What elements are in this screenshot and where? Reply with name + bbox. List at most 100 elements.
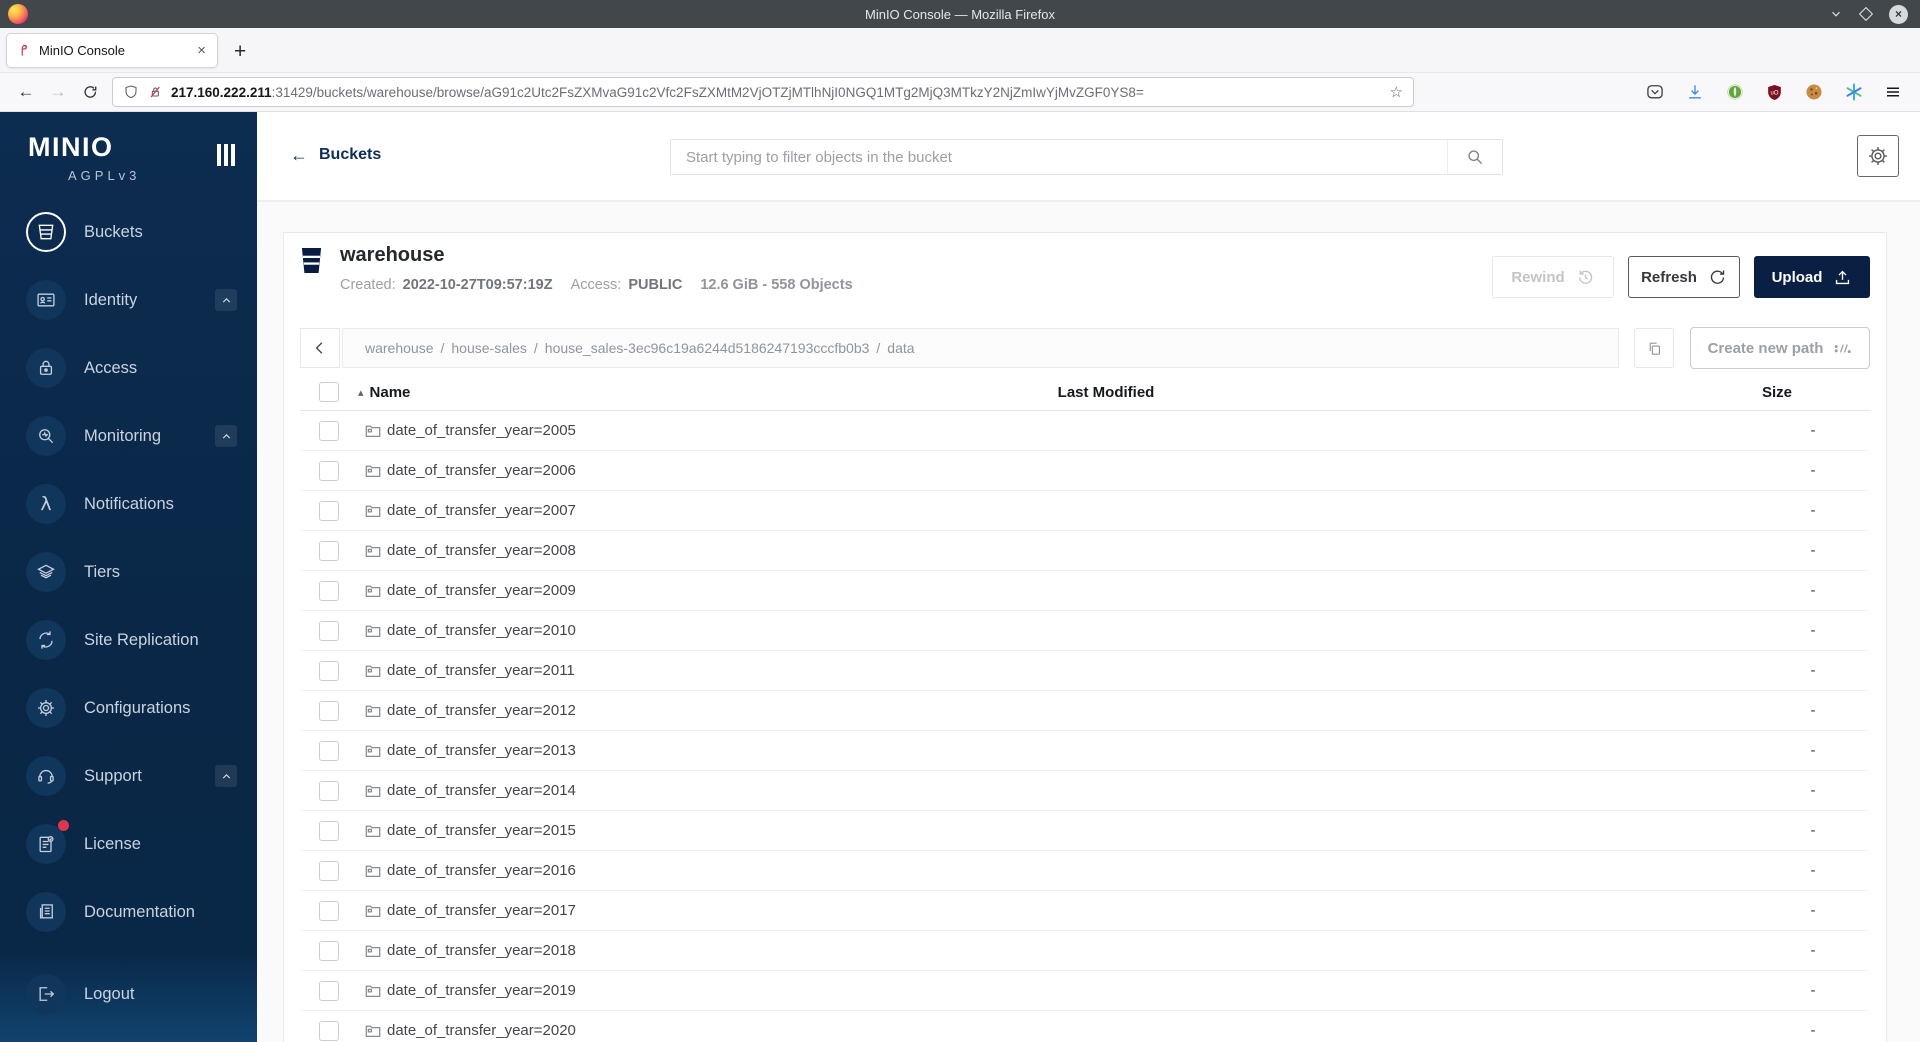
firefox-logo-icon xyxy=(8,4,28,24)
row-checkbox[interactable] xyxy=(319,701,339,721)
identity-icon xyxy=(26,280,66,320)
row-checkbox[interactable] xyxy=(319,821,339,841)
row-checkbox[interactable] xyxy=(319,861,339,881)
ublock-origin-icon[interactable]: uO xyxy=(1765,83,1784,102)
column-header-size[interactable]: Size xyxy=(1762,384,1792,401)
download-icon[interactable] xyxy=(1685,82,1705,102)
table-row[interactable]: date_of_transfer_year=2020 - xyxy=(300,1011,1870,1042)
window-minimize-icon[interactable] xyxy=(1829,7,1843,21)
row-checkbox[interactable] xyxy=(319,461,339,481)
tracking-protection-shield-icon[interactable] xyxy=(123,84,139,100)
breadcrumb-segment[interactable]: data xyxy=(887,340,914,356)
back-link-label: Buckets xyxy=(319,146,382,163)
extension-green-icon[interactable] xyxy=(1725,82,1745,102)
sidebar-item-site-replication[interactable]: Site Replication xyxy=(0,606,257,674)
table-row[interactable]: date_of_transfer_year=2015 - xyxy=(300,811,1870,851)
pocket-icon[interactable] xyxy=(1645,82,1665,102)
refresh-button[interactable]: Refresh xyxy=(1628,256,1740,298)
column-header-last-modified[interactable]: Last Modified xyxy=(1058,384,1155,401)
rewind-label: Rewind xyxy=(1511,268,1565,286)
table-row[interactable]: date_of_transfer_year=2005 - xyxy=(300,411,1870,451)
sidebar-item-notifications[interactable]: λ Notifications xyxy=(0,470,257,538)
window-close-icon[interactable]: × xyxy=(1889,4,1908,24)
sidebar-item-access[interactable]: Access xyxy=(0,334,257,402)
row-checkbox[interactable] xyxy=(319,661,339,681)
bookmark-star-icon[interactable]: ☆ xyxy=(1390,83,1403,101)
back-button[interactable]: ← xyxy=(10,82,42,102)
folder-icon xyxy=(364,822,382,840)
url-text[interactable]: 217.160.222.211:31429/buckets/warehouse/… xyxy=(171,85,1382,100)
table-row[interactable]: date_of_transfer_year=2012 - xyxy=(300,691,1870,731)
new-path-icon xyxy=(1835,343,1852,353)
table-row[interactable]: date_of_transfer_year=2006 - xyxy=(300,451,1870,491)
table-row[interactable]: date_of_transfer_year=2019 - xyxy=(300,971,1870,1011)
sidebar-item-identity[interactable]: Identity xyxy=(0,266,257,334)
table-row[interactable]: date_of_transfer_year=2011 - xyxy=(300,651,1870,691)
copy-path-icon[interactable] xyxy=(1634,328,1674,368)
tab-close-icon[interactable]: × xyxy=(195,42,208,59)
sidebar-item-label: Configurations xyxy=(84,698,191,717)
table-row[interactable]: date_of_transfer_year=2017 - xyxy=(300,891,1870,931)
row-checkbox[interactable] xyxy=(319,741,339,761)
object-name: date_of_transfer_year=2015 xyxy=(387,822,576,839)
table-row[interactable]: date_of_transfer_year=2010 - xyxy=(300,611,1870,651)
tab-minio-console[interactable]: MinIO Console × xyxy=(6,33,218,68)
sidebar-collapse-icon[interactable] xyxy=(217,144,235,166)
sidebar-item-support[interactable]: Support xyxy=(0,742,257,810)
select-all-checkbox[interactable] xyxy=(319,382,339,402)
object-size: - xyxy=(1810,942,1816,959)
sort-ascending-icon: ▴ xyxy=(358,387,364,399)
colorways-extension-icon[interactable] xyxy=(1844,82,1864,102)
create-new-path-button[interactable]: Create new path xyxy=(1690,327,1870,369)
row-checkbox[interactable] xyxy=(319,781,339,801)
row-checkbox[interactable] xyxy=(319,621,339,641)
table-row[interactable]: date_of_transfer_year=2008 - xyxy=(300,531,1870,571)
new-tab-button[interactable]: + xyxy=(234,41,246,62)
refresh-icon xyxy=(1710,270,1725,284)
table-row[interactable]: date_of_transfer_year=2016 - xyxy=(300,851,1870,891)
row-checkbox[interactable] xyxy=(319,981,339,1001)
reload-button[interactable] xyxy=(74,84,106,101)
table-row[interactable]: date_of_transfer_year=2007 - xyxy=(300,491,1870,531)
sidebar-item-license[interactable]: License xyxy=(0,810,257,878)
chevron-up-icon[interactable] xyxy=(215,425,237,447)
insecure-lock-icon[interactable] xyxy=(147,84,163,100)
sidebar-item-documentation[interactable]: Documentation xyxy=(0,878,257,946)
object-filter-input[interactable] xyxy=(671,140,1447,174)
breadcrumb[interactable]: warehouse / house-sales / house_sales-3ec96c… xyxy=(342,328,1619,368)
row-checkbox[interactable] xyxy=(319,421,339,441)
folder-icon xyxy=(364,542,382,560)
sidebar-item-monitoring[interactable]: Monitoring xyxy=(0,402,257,470)
path-back-chevron-icon[interactable] xyxy=(300,328,340,368)
table-row[interactable]: date_of_transfer_year=2013 - xyxy=(300,731,1870,771)
breadcrumb-segment[interactable]: house-sales xyxy=(451,340,527,356)
folder-icon xyxy=(364,702,382,720)
row-checkbox[interactable] xyxy=(319,581,339,601)
chevron-up-icon[interactable] xyxy=(215,289,237,311)
upload-button[interactable]: Upload xyxy=(1754,256,1870,298)
sidebar-item-tiers[interactable]: Tiers xyxy=(0,538,257,606)
chevron-up-icon[interactable] xyxy=(215,765,237,787)
cookie-extension-icon[interactable] xyxy=(1804,82,1824,102)
row-checkbox[interactable] xyxy=(319,1021,339,1041)
bucket-settings-gear-icon[interactable] xyxy=(1857,135,1899,177)
table-row[interactable]: date_of_transfer_year=2018 - xyxy=(300,931,1870,971)
url-bar[interactable]: 217.160.222.211:31429/buckets/warehouse/… xyxy=(112,77,1414,107)
sidebar-item-logout[interactable]: Logout xyxy=(0,960,257,1028)
row-checkbox[interactable] xyxy=(319,941,339,961)
column-header-name[interactable]: ▴ Name xyxy=(358,384,410,401)
window-maximize-icon[interactable] xyxy=(1858,6,1874,22)
table-row[interactable]: date_of_transfer_year=2009 - xyxy=(300,571,1870,611)
breadcrumb-segment[interactable]: warehouse xyxy=(365,340,434,356)
breadcrumb-segment[interactable]: house_sales-3ec96c19a6244d5186247193cccf… xyxy=(545,340,870,356)
table-row[interactable]: date_of_transfer_year=2014 - xyxy=(300,771,1870,811)
search-icon[interactable] xyxy=(1447,140,1502,174)
row-checkbox[interactable] xyxy=(319,501,339,521)
back-arrow-icon: ← xyxy=(290,145,308,165)
row-checkbox[interactable] xyxy=(319,541,339,561)
row-checkbox[interactable] xyxy=(319,901,339,921)
sidebar-item-configurations[interactable]: Configurations xyxy=(0,674,257,742)
back-to-buckets-link[interactable]: ← Buckets xyxy=(290,146,381,164)
sidebar-item-buckets[interactable]: Buckets xyxy=(0,198,257,266)
menu-icon[interactable] xyxy=(1884,83,1902,101)
